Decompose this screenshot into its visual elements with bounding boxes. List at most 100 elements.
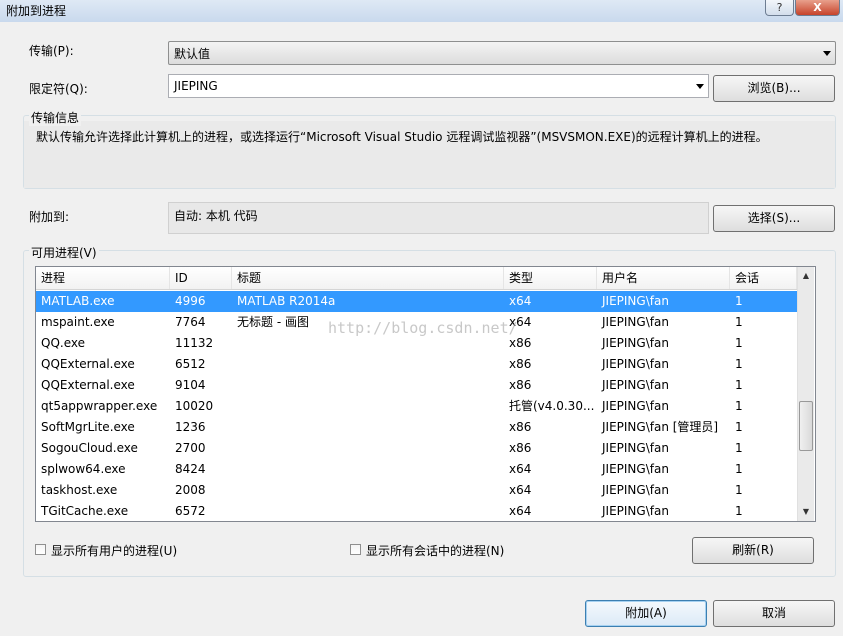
process-id-cell: 11132	[175, 336, 214, 350]
qualifier-value: JIEPING	[174, 79, 218, 93]
transport-value: 默认值	[174, 47, 211, 61]
table-row[interactable]: TGitCache.exe 6572 x64 JIEPING\fan 1	[36, 501, 797, 521]
attach-to-label: 附加到:	[29, 210, 70, 224]
scroll-down-icon[interactable]: ▼	[798, 503, 814, 520]
process-type-cell: x86	[509, 336, 532, 350]
cancel-button[interactable]: 取消	[713, 600, 835, 627]
vertical-scrollbar[interactable]: ▲ ▼	[797, 267, 814, 521]
table-row[interactable]: SoftMgrLite.exe 1236 x86 JIEPING\fan [管理员] 1	[36, 417, 797, 438]
process-id-cell: 8424	[175, 462, 206, 476]
column-header-title[interactable]: 标题	[232, 267, 504, 289]
process-type-cell: 托管(v4.0.30...	[509, 399, 595, 413]
refresh-button[interactable]: 刷新(R)	[692, 537, 814, 564]
column-header-id[interactable]: ID	[170, 267, 232, 289]
qualifier-combobox[interactable]: JIEPING	[168, 74, 709, 98]
table-row[interactable]: QQExternal.exe 6512 x86 JIEPING\fan 1	[36, 354, 797, 375]
process-username-cell: JIEPING\fan	[602, 336, 669, 350]
process-id-cell: 6572	[175, 504, 206, 518]
process-username-cell: JIEPING\fan	[602, 294, 669, 308]
process-name-cell: qt5appwrapper.exe	[41, 399, 158, 413]
process-type-cell: x86	[509, 441, 532, 455]
process-username-cell: JIEPING\fan	[602, 399, 669, 413]
window-title: 附加到进程	[6, 4, 67, 18]
table-row[interactable]: taskhost.exe 2008 x64 JIEPING\fan 1	[36, 480, 797, 501]
process-id-cell: 1236	[175, 420, 206, 434]
process-id-cell: 10020	[175, 399, 214, 413]
process-type-cell: x64	[509, 294, 532, 308]
attach-to-value: 自动: 本机 代码	[174, 209, 258, 223]
process-session-cell: 1	[735, 462, 743, 476]
show-all-sessions-checkbox[interactable]	[350, 544, 361, 555]
process-list-header: 进程 ID 标题 类型 用户名 会话	[36, 267, 797, 290]
process-username-cell: JIEPING\fan	[602, 357, 669, 371]
process-session-cell: 1	[735, 357, 743, 371]
process-title-cell: MATLAB R2014a	[237, 294, 336, 308]
column-header-process[interactable]: 进程	[36, 267, 170, 289]
title-bar	[0, 0, 843, 22]
process-username-cell: JIEPING\fan	[602, 378, 669, 392]
attach-button[interactable]: 附加(A)	[585, 600, 707, 627]
process-name-cell: MATLAB.exe	[41, 294, 115, 308]
process-name-cell: splwow64.exe	[41, 462, 126, 476]
scroll-thumb[interactable]	[799, 401, 813, 451]
process-username-cell: JIEPING\fan [管理员]	[602, 420, 719, 434]
process-type-cell: x64	[509, 315, 532, 329]
browse-button[interactable]: 浏览(B)...	[713, 75, 835, 102]
help-button[interactable]: ?	[765, 0, 794, 16]
available-processes-title: 可用进程(V)	[29, 244, 99, 261]
process-name-cell: taskhost.exe	[41, 483, 118, 497]
process-username-cell: JIEPING\fan	[602, 441, 669, 455]
process-session-cell: 1	[735, 399, 743, 413]
show-all-sessions-label[interactable]: 显示所有会话中的进程(N)	[366, 542, 504, 559]
table-row[interactable]: splwow64.exe 8424 x64 JIEPING\fan 1	[36, 459, 797, 480]
process-type-cell: x64	[509, 483, 532, 497]
process-id-cell: 9104	[175, 378, 206, 392]
close-button[interactable]: X	[795, 0, 840, 16]
process-name-cell: TGitCache.exe	[41, 504, 129, 518]
process-id-cell: 4996	[175, 294, 206, 308]
process-username-cell: JIEPING\fan	[602, 483, 669, 497]
transport-info-text: 默认传输允许选择此计算机上的进程，或选择运行“Microsoft Visual …	[36, 130, 768, 144]
process-session-cell: 1	[735, 441, 743, 455]
process-type-cell: x86	[509, 420, 532, 434]
watermark-text: http://blog.csdn.net/	[328, 319, 518, 337]
column-header-username[interactable]: 用户名	[597, 267, 730, 289]
process-list[interactable]: 进程 ID 标题 类型 用户名 会话 MATLAB.exe 4996 MATLAB …	[35, 266, 816, 522]
table-row[interactable]: QQExternal.exe 9104 x86 JIEPING\fan 1	[36, 375, 797, 396]
process-session-cell: 1	[735, 483, 743, 497]
table-row[interactable]: MATLAB.exe 4996 MATLAB R2014a x64 JIEPING\fa…	[36, 291, 797, 312]
process-name-cell: SogouCloud.exe	[41, 441, 138, 455]
show-all-users-checkbox[interactable]	[35, 544, 46, 555]
table-row[interactable]: SogouCloud.exe 2700 x86 JIEPING\fan 1	[36, 438, 797, 459]
process-username-cell: JIEPING\fan	[602, 504, 669, 518]
table-row[interactable]: qt5appwrapper.exe 10020 托管(v4.0.30... JIEPI…	[36, 396, 797, 417]
process-type-cell: x86	[509, 378, 532, 392]
process-session-cell: 1	[735, 504, 743, 518]
transport-label: 传输(P):	[29, 44, 74, 58]
qualifier-label: 限定符(Q):	[29, 82, 88, 96]
column-header-type[interactable]: 类型	[504, 267, 597, 289]
process-session-cell: 1	[735, 420, 743, 434]
process-id-cell: 2008	[175, 483, 206, 497]
process-name-cell: QQ.exe	[41, 336, 85, 350]
process-session-cell: 1	[735, 336, 743, 350]
process-type-cell: x64	[509, 504, 532, 518]
select-button[interactable]: 选择(S)...	[713, 205, 835, 232]
scroll-up-icon[interactable]: ▲	[798, 267, 814, 284]
show-all-users-label[interactable]: 显示所有用户的进程(U)	[51, 542, 177, 559]
chevron-down-icon	[696, 84, 704, 89]
process-username-cell: JIEPING\fan	[602, 315, 669, 329]
transport-dropdown[interactable]: 默认值	[168, 41, 836, 65]
column-header-session[interactable]: 会话	[730, 267, 797, 289]
process-session-cell: 1	[735, 378, 743, 392]
process-name-cell: QQExternal.exe	[41, 357, 135, 371]
process-name-cell: mspaint.exe	[41, 315, 115, 329]
chevron-down-icon	[823, 51, 831, 56]
process-type-cell: x64	[509, 462, 532, 476]
process-name-cell: QQExternal.exe	[41, 378, 135, 392]
attach-to-field: 自动: 本机 代码	[168, 202, 709, 234]
transport-info-title: 传输信息	[29, 109, 82, 126]
process-name-cell: SoftMgrLite.exe	[41, 420, 135, 434]
process-id-cell: 6512	[175, 357, 206, 371]
process-session-cell: 1	[735, 315, 743, 329]
